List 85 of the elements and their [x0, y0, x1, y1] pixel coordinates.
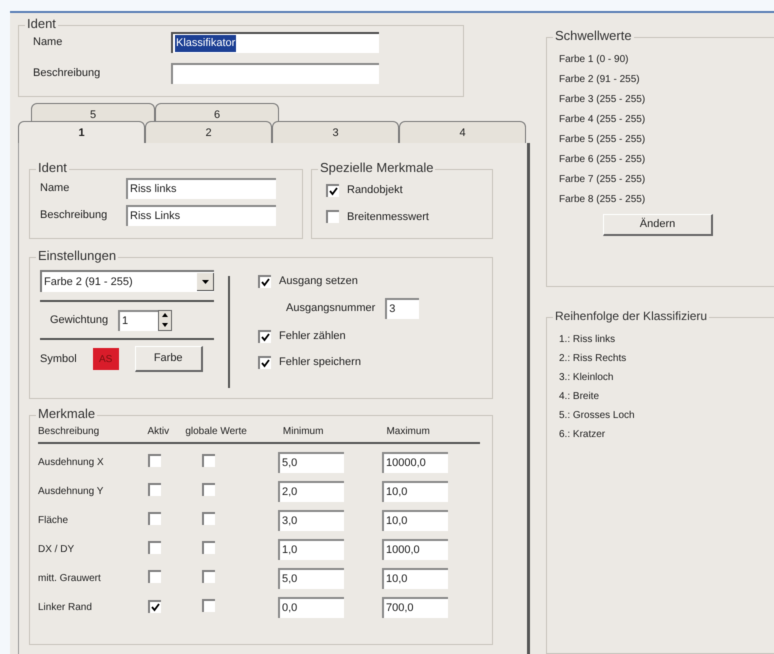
maximum-field[interactable]: 10,0 [382, 481, 448, 502]
checkbox[interactable] [148, 454, 161, 466]
checkbox[interactable] [148, 600, 161, 612]
field-label: Ausgang setzen [279, 274, 358, 289]
checkbox[interactable] [202, 540, 215, 554]
field-label: Beschreibung [33, 66, 102, 82]
text-field[interactable]: Riss links [126, 178, 276, 199]
checkbox[interactable] [202, 570, 215, 582]
column-header: Aktiv [147, 425, 170, 439]
field-label: Name [40, 181, 70, 196]
text-field[interactable]: Riss Links [126, 205, 276, 226]
field-label: Randobjekt [347, 183, 403, 198]
field-label: Beschreibung [40, 208, 108, 224]
field-label: Gewichtung [50, 312, 110, 328]
tab[interactable]: 3 [272, 121, 399, 143]
minimum-field[interactable]: 0,0 [278, 597, 344, 618]
field-label: Fehler zählen [279, 328, 346, 344]
checkbox[interactable] [148, 512, 161, 524]
checkbox[interactable] [148, 540, 161, 554]
field-label: Fehler speichern [279, 354, 361, 370]
group-title: Einstellungen [36, 248, 118, 264]
threshold-item: Farbe 3 (255 - 255) [559, 93, 646, 107]
maximum-field[interactable]: 10,0 [382, 568, 448, 589]
tab[interactable]: 2 [145, 121, 272, 143]
field-label: Symbol [40, 352, 77, 367]
tab[interactable]: 6 [155, 103, 279, 123]
tab[interactable]: 5 [31, 103, 155, 123]
checkbox[interactable] [202, 454, 215, 466]
checkbox[interactable] [202, 512, 215, 524]
order-item: 5.: Grosses Loch [559, 408, 636, 423]
feature-name: Linker Rand [38, 601, 93, 615]
order-item: 6.: Kratzer [559, 428, 606, 442]
maximum-field[interactable]: 1000,0 [382, 539, 448, 560]
dropdown[interactable]: Farbe 2 (91 - 255) [40, 270, 214, 292]
order-item: 1.: Riss links [559, 332, 616, 347]
field-label: Name [33, 35, 64, 50]
spin-buttons-icon[interactable] [158, 310, 172, 330]
threshold-item: Farbe 2 (91 - 255) [559, 73, 641, 87]
checkbox[interactable] [258, 330, 271, 342]
checkbox[interactable] [326, 184, 339, 197]
order-item: 2.: Riss Rechts [559, 352, 628, 366]
symbol-swatch: AS [92, 348, 119, 370]
minimum-field[interactable]: 3,0 [278, 510, 344, 531]
text-field[interactable]: Klassifikator [171, 32, 379, 53]
threshold-item: Farbe 7 (255 - 255) [559, 173, 646, 187]
feature-name: DX / DY [38, 543, 76, 557]
feature-name: Ausdehnung X [38, 456, 105, 470]
field-label: Ausgangsnummer [286, 301, 376, 316]
threshold-item: Farbe 6 (255 - 255) [559, 153, 646, 167]
checkbox[interactable] [202, 482, 215, 496]
threshold-item: Farbe 1 (0 - 90) [559, 53, 630, 67]
column-header: Maximum [385, 425, 431, 439]
tab[interactable]: 4 [399, 121, 526, 143]
text-field[interactable] [171, 63, 379, 84]
feature-name: Ausdehnung Y [38, 485, 104, 499]
threshold-item: Farbe 5 (255 - 255) [559, 133, 646, 147]
order-item: 3.: Kleinloch [559, 370, 614, 385]
maximum-field[interactable]: 10,0 [382, 510, 448, 531]
maximum-field[interactable]: 700,0 [382, 597, 448, 618]
checkbox[interactable] [202, 598, 215, 612]
minimum-field[interactable]: 2,0 [278, 481, 344, 502]
spin-field[interactable]: 1 [118, 310, 158, 330]
field-label: Breitenmesswert [347, 210, 429, 224]
column-header: Beschreibung [38, 425, 100, 439]
minimum-field[interactable]: 5,0 [278, 452, 344, 473]
change-button[interactable]: Ändern [603, 214, 713, 236]
tab[interactable]: 1 [18, 121, 145, 143]
checkbox[interactable] [148, 482, 161, 496]
threshold-item: Farbe 8 (255 - 255) [559, 193, 646, 207]
maximum-field[interactable]: 10000,0 [382, 452, 448, 473]
checkbox[interactable] [258, 356, 271, 368]
threshold-item: Farbe 4 (255 - 255) [559, 113, 646, 127]
column-header: Minimum [282, 425, 324, 439]
checkbox[interactable] [258, 274, 271, 288]
feature-name: mitt. Grauwert [38, 572, 102, 586]
minimum-field[interactable]: 1,0 [278, 539, 344, 560]
text-field[interactable]: 3 [385, 298, 420, 319]
column-header: globale Werte [185, 425, 248, 439]
minimum-field[interactable]: 5,0 [278, 568, 344, 589]
checkbox[interactable] [148, 570, 161, 582]
order-item: 4.: Breite [559, 390, 600, 404]
checkbox[interactable] [326, 210, 339, 224]
feature-name: Fläche [38, 514, 70, 528]
group-title: Spezielle Merkmale [318, 160, 436, 176]
color-button[interactable]: Farbe [134, 346, 203, 372]
